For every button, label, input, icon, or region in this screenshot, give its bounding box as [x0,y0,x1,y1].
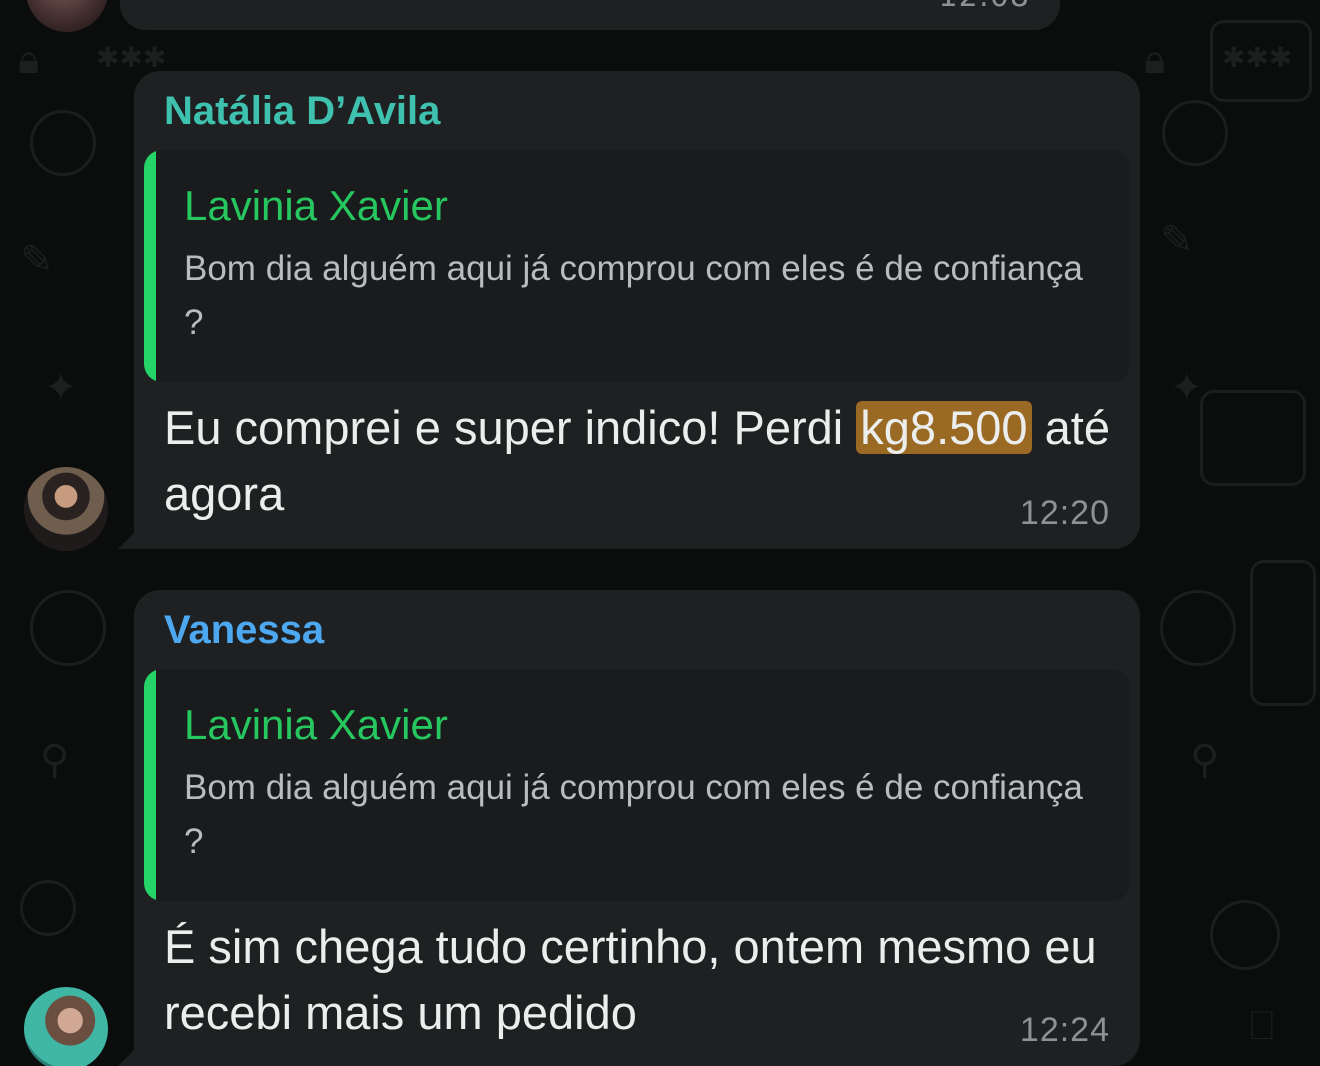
wallpaper-pin-icon: ⚲ [1190,737,1220,783]
wallpaper-pencil-icon: ✎ [1160,217,1194,263]
quoted-text: Bom dia alguém aqui já comprou com eles … [184,768,1083,861]
wallpaper-refresh-icon [1162,100,1228,166]
message-text-part: Eu comprei e super indico! Perdi [164,401,857,454]
message-time: 12:24 [1019,1011,1110,1049]
quote-bar [144,150,156,382]
quoted-author: Lavinia Xavier [184,701,448,748]
wallpaper-password-icon: ✱✱✱ [1222,41,1293,74]
sender-name[interactable]: Natália D’Avila [164,89,440,134]
quoted-message[interactable]: Lavinia Xavier Bom dia alguém aqui já co… [144,150,1130,382]
wallpaper-coin-icon [30,590,106,666]
wallpaper-book-icon [1250,560,1316,706]
wallpaper-circle-icon [20,880,76,936]
message-time: 12:08 [939,0,1030,14]
wallpaper-gift-icon: ⎕ [1250,1003,1274,1049]
wallpaper-lock-icon: 🔒︎ [18,37,40,83]
quote-bar [144,669,156,901]
wallpaper-coin-icon [1160,590,1236,666]
message-text: Eu comprei e super indico! Perdi kg8.500… [164,395,1124,527]
wallpaper-password-icon: ✱✱✱ [96,41,167,74]
quoted-author: Lavinia Xavier [184,182,448,229]
avatar[interactable] [26,0,108,32]
sender-name[interactable]: Vanessa [164,608,324,653]
search-highlight: kg8.500 [856,401,1032,454]
chat-area[interactable]: 🔒︎ ✱✱✱ ✎ ✦ ⚲ ✱✱✱ 🔒︎ ✎ ✦ ⚲ ⎕ 12:08 Natáli… [0,0,1320,1066]
quoted-message[interactable]: Lavinia Xavier Bom dia alguém aqui já co… [144,669,1130,901]
wallpaper-robot-icon [1200,390,1306,486]
previous-message-bubble[interactable]: 12:08 [120,0,1060,30]
message-bubble[interactable]: Vanessa Lavinia Xavier Bom dia alguém aq… [118,590,1140,1066]
wallpaper-star-icon: ✦ [44,365,78,411]
wallpaper-circle-icon [1210,900,1280,970]
wallpaper-pin-icon: ⚲ [40,737,70,783]
message-time: 12:20 [1019,494,1110,532]
avatar[interactable] [24,987,108,1066]
bubble-tail [118,529,138,549]
wallpaper-circle-icon [30,110,96,176]
message-bubble[interactable]: Natália D’Avila Lavinia Xavier Bom dia a… [118,71,1140,549]
wallpaper-pencil-icon: ✎ [20,237,54,283]
wallpaper-lock-icon: 🔒︎ [1144,37,1166,83]
wallpaper-star-icon: ✦ [1170,365,1204,411]
avatar[interactable] [24,467,108,551]
quoted-text: Bom dia alguém aqui já comprou com eles … [184,249,1083,342]
bubble-tail [118,1046,138,1066]
message-text: É sim chega tudo certinho, ontem mesmo e… [164,920,1097,1039]
